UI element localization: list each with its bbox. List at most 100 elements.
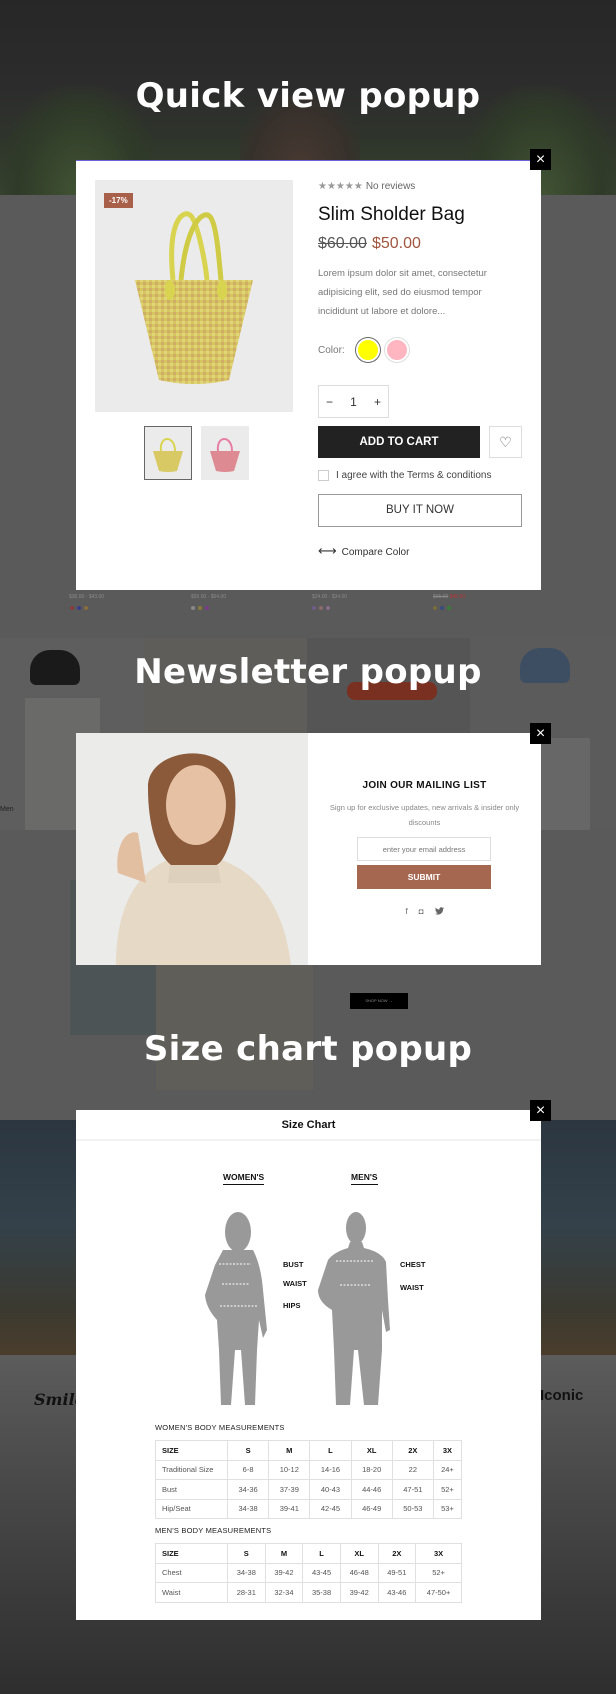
table-cell: 46-49 [350, 1498, 393, 1519]
table-header-cell: 3X [415, 1543, 462, 1564]
product-description: Lorem ipsum dolor sit amet, consectetur … [318, 268, 487, 317]
table-cell: 32-34 [264, 1582, 304, 1603]
table-cell: 40-43 [309, 1479, 352, 1500]
table-cell: 28-31 [227, 1582, 266, 1603]
terms-label[interactable]: I agree with the Terms & conditions [336, 470, 491, 481]
product-price: $56.00 - $64.00 [191, 594, 227, 600]
men-waist-label: WAIST [400, 1283, 424, 1292]
table-header-cell: SIZE [155, 1543, 228, 1564]
discount-badge: -17% [104, 193, 133, 208]
terms-checkbox[interactable] [318, 470, 329, 481]
table-cell: 44-46 [350, 1479, 393, 1500]
table-header-cell: M [264, 1543, 304, 1564]
table-row: Hip/Seat 34-38 39-41 42-45 46-49 50-53 53+ [155, 1498, 463, 1519]
heart-icon: ♡ [499, 434, 512, 450]
rating[interactable]: ★★★★★ No reviews [318, 181, 415, 192]
close-icon: × [535, 725, 546, 742]
table-row: Waist 28-31 32-34 35-38 39-42 43-46 47-50+ [155, 1582, 462, 1603]
swatch-pink[interactable] [384, 338, 409, 362]
table-header-cell: 2X [377, 1543, 417, 1564]
table-cell: 39-42 [339, 1582, 379, 1603]
quick-view-close-button[interactable]: × [530, 149, 551, 170]
instagram-icon[interactable]: ◘ [419, 907, 424, 917]
womens-table-title: WOMEN'S BODY MEASUREMENTS [155, 1423, 285, 1432]
original-price: $60.00 [318, 235, 367, 252]
product-main-image: -17% [95, 180, 293, 412]
color-dots [433, 606, 451, 610]
reviews-count: No reviews [365, 181, 416, 192]
newsletter-form: JOIN OUR MAILING LIST Sign up for exclus… [308, 733, 541, 965]
section-title-size-chart: Size chart popup [143, 1029, 473, 1069]
row-label-cell: Traditional Size [155, 1459, 228, 1480]
newsletter-model-image [76, 733, 308, 965]
quantity-stepper: − 1 + [318, 385, 389, 418]
table-header-cell: SIZE [155, 1440, 228, 1461]
buy-it-now-button[interactable]: BUY IT NOW [318, 494, 522, 527]
chest-label: CHEST [400, 1260, 426, 1269]
color-dots [312, 606, 330, 610]
compare-color-label: Compare Color [341, 547, 410, 558]
womens-measurements-table: SIZE S M L XL 2X 3X Traditional Size 6-8 10-12 14-… [155, 1440, 463, 1519]
wishlist-button[interactable]: ♡ [489, 426, 522, 458]
table-cell: 35-38 [302, 1582, 341, 1603]
size-chart-close-button[interactable]: × [530, 1100, 551, 1121]
section-title-newsletter: Newsletter popup [134, 652, 482, 692]
row-label-cell: Chest [155, 1562, 228, 1583]
size-chart-title: Size Chart [76, 1110, 541, 1141]
table-cell: 42-45 [309, 1498, 352, 1519]
twitter-icon[interactable] [434, 907, 444, 917]
table-header-cell: XL [350, 1440, 393, 1461]
table-cell: 18-20 [350, 1459, 393, 1480]
model-photo [116, 753, 291, 965]
sale-price: $50.00 [371, 235, 421, 252]
compare-color-link[interactable]: ⟷ Compare Color [318, 543, 409, 559]
terms-agreement: I agree with the Terms & conditions [318, 470, 491, 481]
table-header-cell: M [268, 1440, 311, 1461]
table-cell: 34-36 [226, 1479, 270, 1500]
qty-value[interactable]: 1 [350, 395, 357, 409]
womens-label: WOMEN'S [223, 1172, 265, 1185]
basket-bag-image [135, 211, 253, 384]
qty-increase-button[interactable]: + [374, 395, 381, 409]
quick-view-popup: -17% ★★★★★ No reviews Slim Sholder Bag $6… [76, 160, 541, 590]
table-cell: 6-8 [226, 1459, 270, 1480]
row-label-cell: Bust [155, 1479, 228, 1500]
mens-measurements-table: SIZE S M L XL 2X 3X Chest 34-38 39-42 43-45 46-48 49… [155, 1543, 462, 1603]
thumbnail-image [210, 438, 240, 472]
bust-label: BUST [283, 1260, 304, 1269]
qty-decrease-button[interactable]: − [326, 395, 333, 409]
product-price: $36.00 - $43.00 [69, 594, 105, 600]
table-header-row: SIZE S M L XL 2X 3X [155, 1543, 462, 1564]
table-header-cell: L [302, 1543, 341, 1564]
product-price: $60.00 $50.00 [318, 235, 421, 253]
swatch-yellow[interactable] [355, 338, 380, 362]
table-cell: 39-41 [268, 1498, 311, 1519]
table-row: Traditional Size 6-8 10-12 14-16 18-20 22 24+ [155, 1459, 463, 1480]
submit-button[interactable]: SUBMIT [357, 865, 491, 889]
men-silhouette [318, 1212, 390, 1405]
email-input[interactable] [357, 837, 491, 861]
table-cell: 37-39 [268, 1479, 311, 1500]
thumbnail-pink[interactable] [201, 426, 249, 480]
table-cell: 34-38 [227, 1562, 266, 1583]
color-dots [70, 606, 88, 610]
thumbnail-yellow[interactable] [144, 426, 192, 480]
women-silhouette [205, 1212, 267, 1405]
thumbnail-image [153, 438, 183, 472]
table-cell: 52+ [432, 1479, 463, 1500]
table-cell: 47-51 [391, 1479, 434, 1500]
newsletter-close-button[interactable]: × [530, 723, 551, 744]
table-cell: 43-46 [377, 1582, 417, 1603]
row-label-cell: Hip/Seat [155, 1498, 228, 1519]
newsletter-popup: JOIN OUR MAILING LIST Sign up for exclus… [76, 733, 541, 965]
facebook-icon[interactable]: f [405, 907, 407, 917]
table-cell: 50-53 [391, 1498, 434, 1519]
shop-now-button[interactable]: SHOP NOW → [350, 993, 408, 1009]
add-to-cart-button[interactable]: ADD TO CART [318, 426, 480, 458]
table-cell: 39-42 [264, 1562, 304, 1583]
table-cell: 46-48 [339, 1562, 379, 1583]
waist-label: WAIST [283, 1279, 307, 1288]
table-header-cell: 3X [432, 1440, 463, 1461]
table-row: Chest 34-38 39-42 43-45 46-48 49-51 52+ [155, 1562, 462, 1583]
color-dots [191, 606, 209, 610]
